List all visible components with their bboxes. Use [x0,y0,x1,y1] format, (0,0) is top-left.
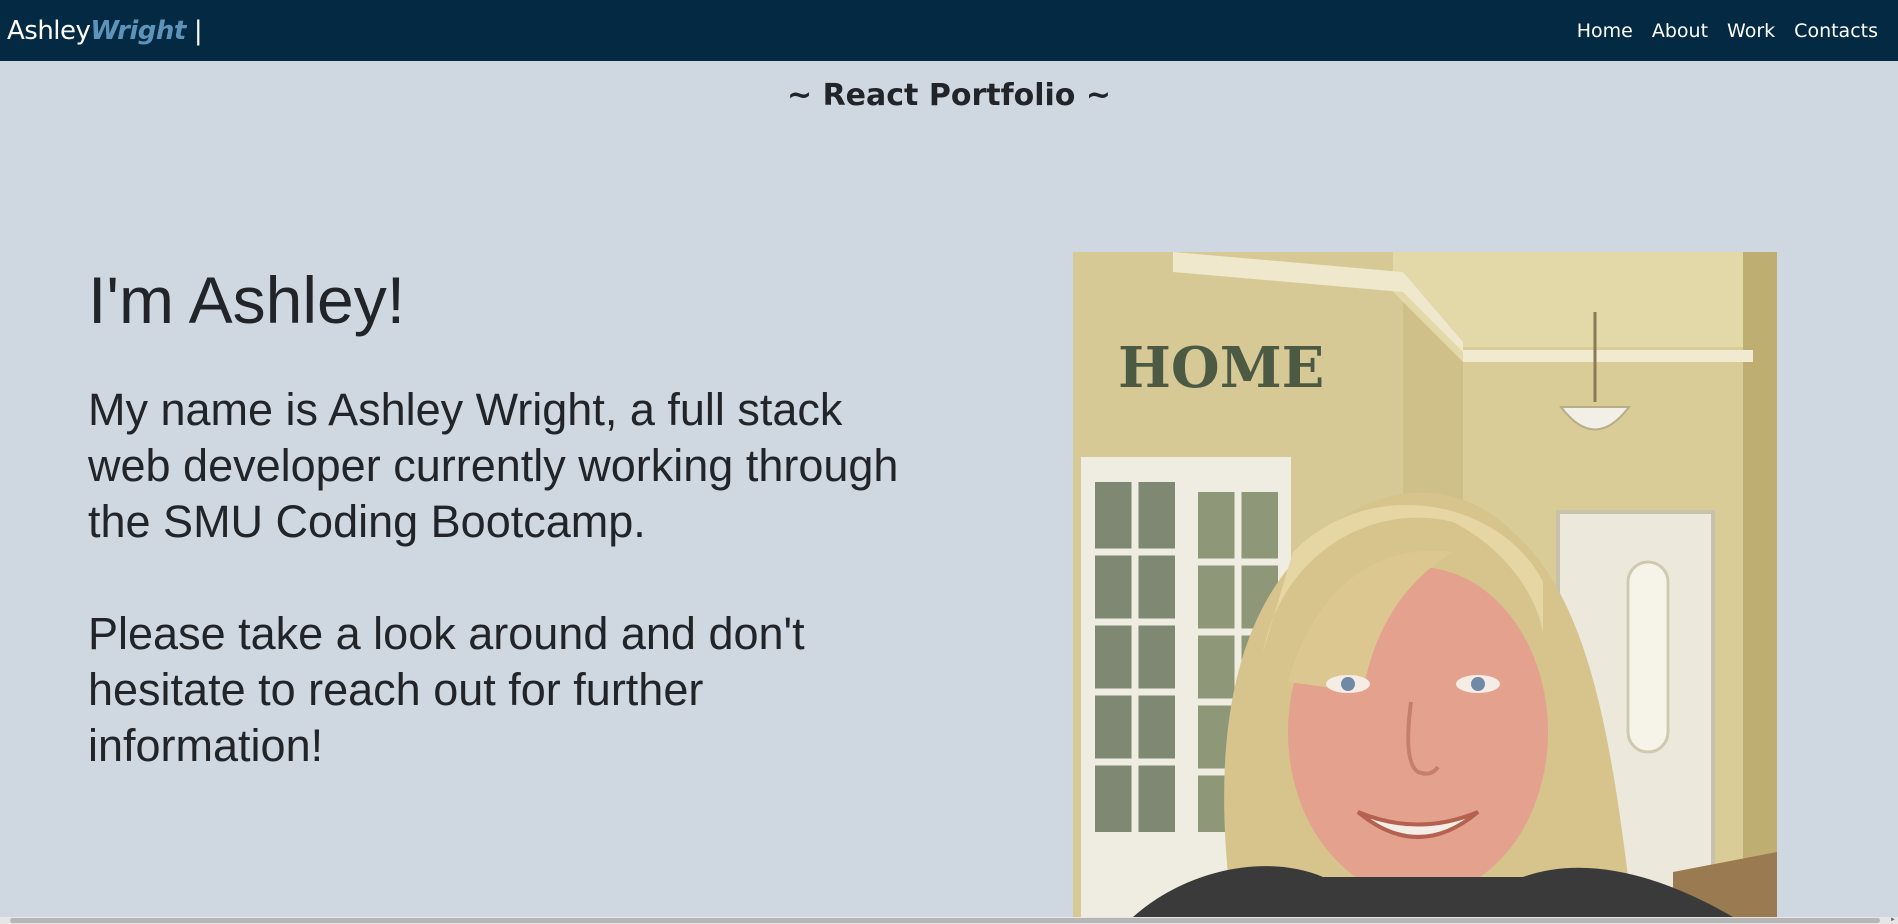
about-paragraph-bio: My name is Ashley Wright, a full stack w… [88,384,899,547]
nav-links: Home About Work Contacts [1577,20,1878,42]
nav-link-about[interactable]: About [1652,20,1708,42]
brand-separator: | [193,15,203,46]
horizontal-scrollbar[interactable]: ► [0,917,1898,924]
brand-logo[interactable]: Ashley Wright | [7,15,203,46]
scrollbar-thumb[interactable] [10,918,1880,923]
photo-home-sign: HOME [1118,335,1324,401]
about-heading: I'm Ashley! [88,263,406,337]
nav-link-work[interactable]: Work [1727,20,1775,42]
profile-photo: HOME [1073,252,1777,917]
brand-first-name: Ashley [7,15,91,46]
brand-last-name: Wright [90,15,186,46]
top-navbar: Ashley Wright | Home About Work Contacts [0,0,1898,61]
nav-link-contacts[interactable]: Contacts [1794,20,1878,42]
scroll-right-arrow-icon[interactable]: ► [1890,917,1897,924]
page-subtitle: ~ React Portfolio ~ [787,78,1111,113]
about-intro: I'm Ashley! My name is Ashley Wright, a … [88,262,918,774]
nav-link-home[interactable]: Home [1577,20,1633,42]
about-paragraph-invite: Please take a look around and don't hesi… [88,608,805,771]
